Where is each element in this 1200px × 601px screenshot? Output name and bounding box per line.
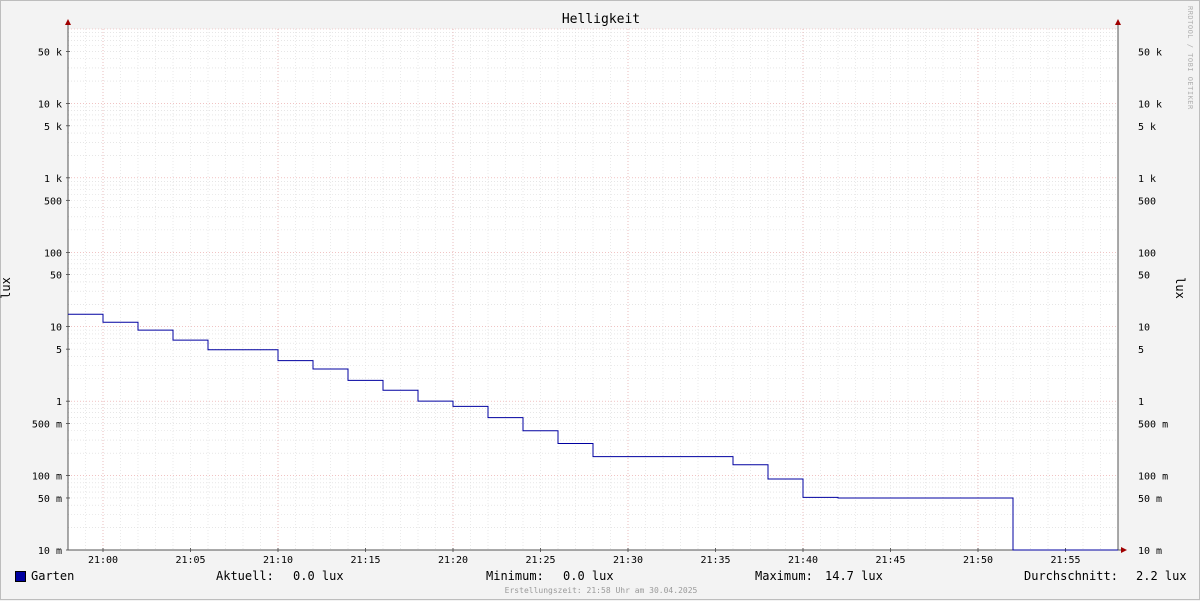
- x-tick-label: 21:10: [263, 555, 293, 566]
- y-tick-label-left: 10: [50, 323, 62, 334]
- x-tick-label: 21:20: [438, 555, 468, 566]
- footer-timestamp: Erstellungszeit: 21:58 Uhr am 30.04.2025: [1, 586, 1200, 595]
- y-tick-label-left: 50 k: [38, 47, 62, 58]
- legend-aktuell-value: 0.0 lux: [293, 569, 344, 583]
- x-tick-label: 21:00: [88, 555, 118, 566]
- y-tick-label-right: 500: [1138, 196, 1156, 207]
- y-tick-label-left: 500 m: [32, 420, 62, 431]
- y-tick-label-right: 50 k: [1138, 47, 1162, 58]
- x-tick-label: 21:50: [963, 555, 993, 566]
- legend-minimum-label: Minimum:: [486, 569, 544, 583]
- chart-title: Helligkeit: [1, 12, 1200, 27]
- y-tick-label-right: 100: [1138, 248, 1156, 259]
- y-tick-label-left: 50 m: [38, 494, 62, 505]
- watermark: RRDTOOL / TOBI OETIKER: [1186, 6, 1194, 110]
- y-tick-label-left: 10 k: [38, 99, 62, 110]
- y-tick-label-left: 500: [44, 196, 62, 207]
- y-tick-label-right: 500 m: [1138, 420, 1168, 431]
- y-tick-label-right: 50 m: [1138, 494, 1162, 505]
- x-axis-arrow: [1121, 547, 1127, 553]
- legend-durchschnitt-value: 2.2 lux: [1136, 569, 1187, 583]
- x-tick-label: 21:30: [613, 555, 643, 566]
- y-axis-label-right: lux: [1173, 277, 1187, 299]
- y-tick-label-right: 50: [1138, 271, 1150, 282]
- legend-swatch-garten: [15, 571, 26, 582]
- x-tick-label: 21:55: [1050, 555, 1080, 566]
- x-tick-label: 21:15: [350, 555, 380, 566]
- y-tick-label-right: 10: [1138, 323, 1150, 334]
- legend-durchschnitt-label: Durchschnitt:: [1024, 569, 1118, 583]
- legend-maximum-value: 14.7 lux: [825, 569, 883, 583]
- y-tick-label-right: 100 m: [1138, 472, 1168, 483]
- x-tick-label: 21:05: [175, 555, 205, 566]
- chart-plot: 50 k50 k10 k10 k5 k5 k1 k1 k500500100100…: [1, 1, 1200, 601]
- x-tick-label: 21:40: [788, 555, 818, 566]
- y-tick-label-left: 100 m: [32, 472, 62, 483]
- x-tick-label: 21:45: [875, 555, 905, 566]
- legend-series-name: Garten: [31, 569, 74, 583]
- y-tick-label-right: 10 m: [1138, 546, 1162, 557]
- y-tick-label-left: 1: [56, 397, 62, 408]
- y-tick-label-left: 100: [44, 248, 62, 259]
- y-tick-label-right: 10 k: [1138, 99, 1162, 110]
- y-tick-label-left: 5: [56, 345, 62, 356]
- legend-minimum-value: 0.0 lux: [563, 569, 614, 583]
- y-tick-label-right: 5 k: [1138, 122, 1156, 133]
- chart-frame: 50 k50 k10 k10 k5 k5 k1 k1 k500500100100…: [0, 0, 1200, 600]
- x-tick-label: 21:35: [700, 555, 730, 566]
- y-tick-label-left: 5 k: [44, 122, 62, 133]
- y-tick-label-left: 1 k: [44, 174, 62, 185]
- y-tick-label-right: 1: [1138, 397, 1144, 408]
- legend-maximum-label: Maximum:: [755, 569, 813, 583]
- y-tick-label-right: 1 k: [1138, 174, 1156, 185]
- legend-aktuell-label: Aktuell:: [216, 569, 274, 583]
- y-tick-label-right: 5: [1138, 345, 1144, 356]
- y-tick-label-left: 10 m: [38, 546, 62, 557]
- x-tick-label: 21:25: [525, 555, 555, 566]
- y-axis-label-left: lux: [0, 277, 13, 299]
- y-tick-label-left: 50: [50, 271, 62, 282]
